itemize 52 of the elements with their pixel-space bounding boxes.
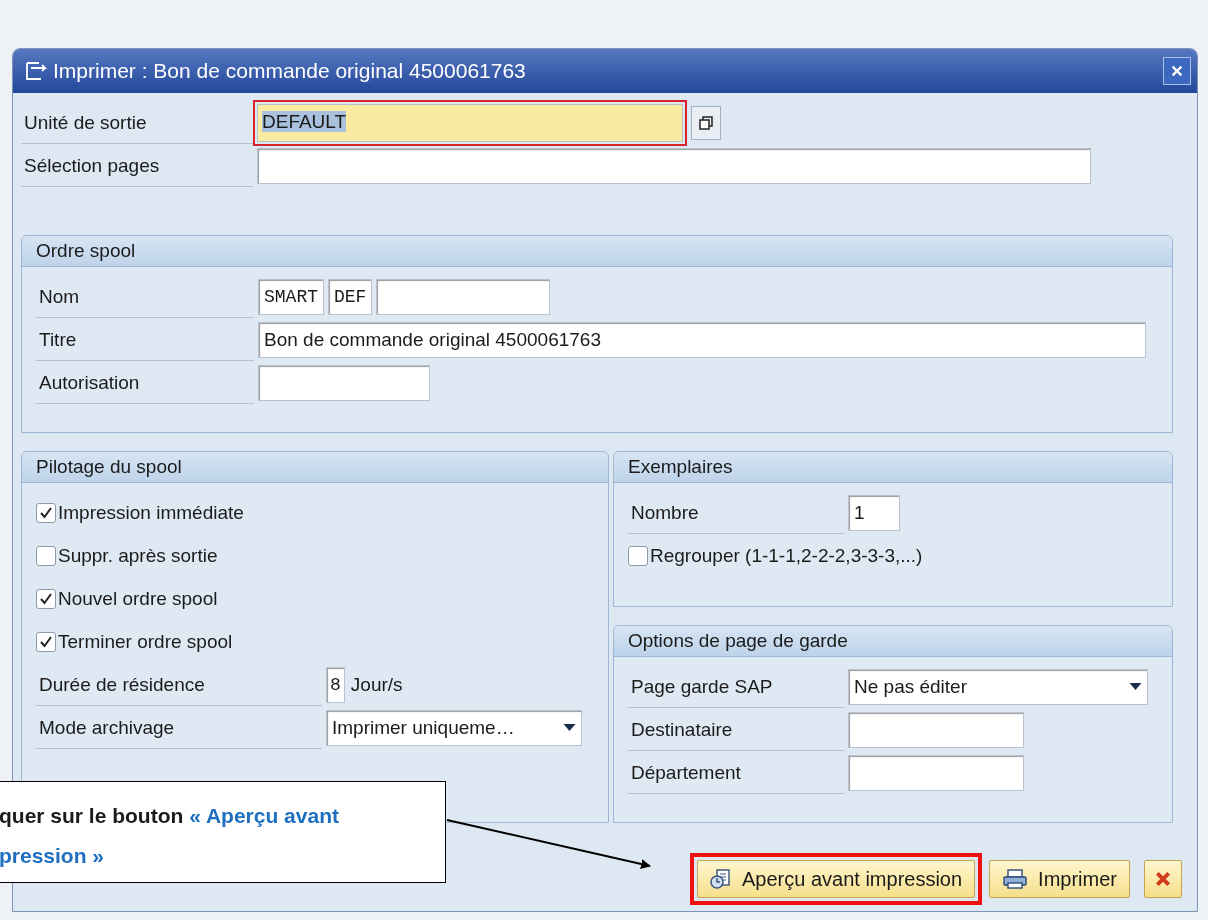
checkbox-label: Terminer ordre spool (58, 630, 233, 653)
copies-field[interactable]: 1 (848, 494, 900, 531)
checkbox-label: Impression immédiate (58, 501, 244, 524)
checkbox-label: Nouvel ordre spool (58, 587, 218, 610)
authorization-field[interactable] (258, 364, 430, 401)
callout-text: quer sur le bouton « Aperçu avant pression » (0, 803, 340, 869)
name-field[interactable]: SMART (258, 278, 324, 315)
printer-icon (1002, 868, 1029, 890)
dropdown-arrow-icon (563, 723, 576, 732)
recipient-field[interactable] (848, 711, 1024, 748)
group-title: Options de page de garde (614, 626, 1172, 657)
field-label: Destinataire (628, 708, 844, 751)
checkbox[interactable] (36, 588, 56, 609)
department-field[interactable] (848, 754, 1024, 791)
print-button[interactable]: Imprimer (989, 860, 1130, 898)
copy-icon (698, 114, 714, 131)
window-title: Imprimer : Bon de commande original 4500061763 (53, 59, 527, 83)
name-field[interactable] (376, 278, 551, 315)
field-label: Nom (36, 275, 254, 318)
cancel-icon (1154, 870, 1172, 888)
cover-page-dropdown[interactable]: Ne pas éditer (848, 668, 1148, 705)
field-label: Page garde SAP (628, 665, 844, 708)
value-help-button[interactable] (691, 105, 721, 140)
title-field[interactable]: Bon de commande original 4500061763 (258, 321, 1146, 358)
dropdown-arrow-icon (1129, 682, 1142, 691)
field-label: Nombre (628, 491, 844, 534)
cancel-button[interactable] (1144, 860, 1182, 898)
checkbox[interactable] (628, 545, 648, 566)
retention-field[interactable]: 8 (326, 666, 345, 703)
field-label: Mode archivage (36, 706, 322, 749)
field-label: Durée de résidence (36, 663, 322, 706)
checkbox[interactable] (36, 545, 56, 566)
close-button[interactable] (1163, 57, 1191, 85)
field-label: Titre (36, 318, 254, 361)
checkbox-label: Regrouper (1-1-1,2-2-2,3-3-3,...) (650, 544, 923, 567)
field-label: Autorisation (36, 361, 254, 404)
field-label: Département (628, 751, 844, 794)
checkbox[interactable] (36, 631, 56, 652)
print-dialog-icon (25, 61, 47, 81)
group-title: Pilotage du spool (22, 452, 608, 483)
unit-label: Jour/s (350, 673, 403, 696)
group-title: Exemplaires (614, 452, 1172, 483)
close-icon (1170, 64, 1184, 78)
name-field[interactable]: DEF (328, 278, 373, 315)
archive-mode-dropdown[interactable]: Imprimer uniqueme… (326, 709, 582, 746)
checkbox[interactable] (36, 502, 56, 523)
checkbox-label: Suppr. après sortie (58, 544, 218, 567)
print-preview-button[interactable]: Aperçu avant impression (697, 860, 976, 898)
group-title: Ordre spool (22, 236, 1172, 267)
page-selection-field[interactable] (257, 147, 1091, 184)
field-label: Sélection pages (21, 144, 253, 187)
preview-icon (710, 868, 732, 890)
